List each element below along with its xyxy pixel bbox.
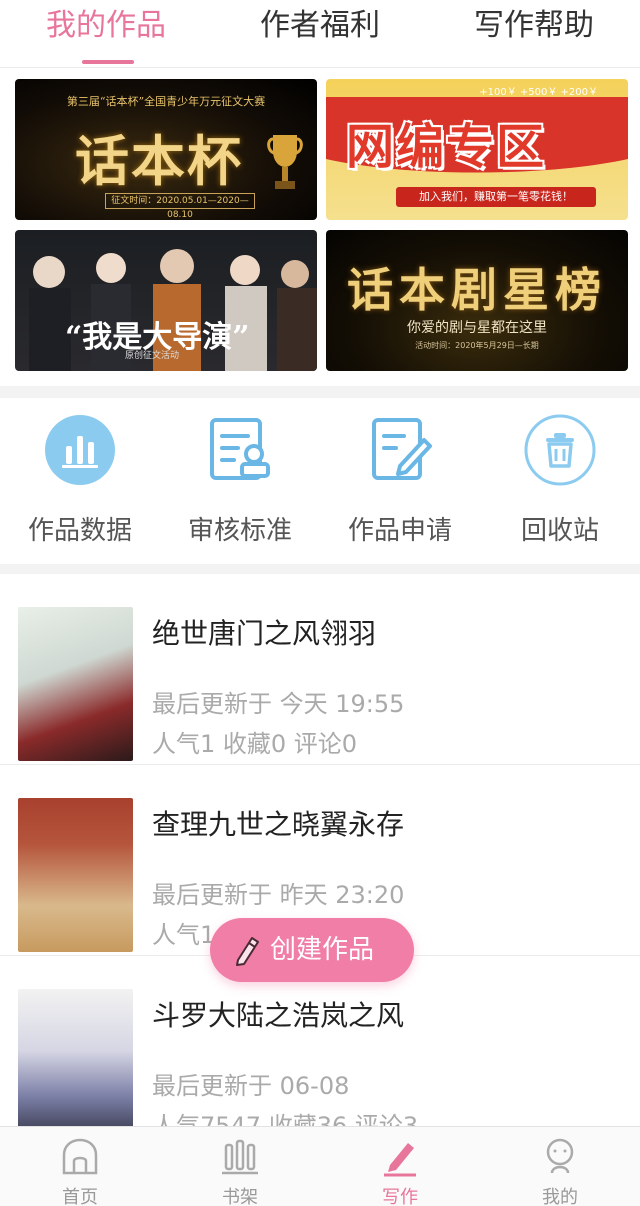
tool-works-data[interactable]: 作品数据 xyxy=(0,412,160,552)
banner-title: 网编专区 xyxy=(346,119,547,175)
tool-works-application[interactable]: 作品申请 xyxy=(320,412,480,552)
bar-chart-icon xyxy=(45,415,115,485)
nav-label: 首页 xyxy=(62,1187,98,1206)
tool-label: 作品数据 xyxy=(27,516,132,546)
tab-my-works[interactable]: 我的作品 xyxy=(38,4,174,48)
pencil-icon xyxy=(236,937,259,966)
tool-label: 回收站 xyxy=(520,516,599,546)
nav-label: 写作 xyxy=(382,1187,418,1206)
work-title: 查理九世之晓翼永存 xyxy=(152,808,405,841)
pen-icon xyxy=(384,1143,416,1177)
banner-date: 征文时间：2020.05.01—2020—08.10 xyxy=(105,193,255,220)
banner-title: 话本杯 xyxy=(75,129,243,193)
nav-label: 我的 xyxy=(542,1187,578,1206)
banner-subtitle: 第三届“话本杯”全国青少年万元征文大赛 xyxy=(66,95,266,108)
top-tab-bar: 我的作品 作者福利 写作帮助 xyxy=(0,0,640,68)
tool-recycle-bin[interactable]: 回收站 xyxy=(480,412,640,552)
banner-editor-zone[interactable]: +100￥ +500￥ +200￥ 网编专区 加入我们，赚取第一笔零花钱！ xyxy=(326,79,628,220)
work-stats: 人气7547 收藏36 评论3 xyxy=(152,1112,419,1126)
section-divider xyxy=(0,386,640,398)
trophy-icon xyxy=(267,135,303,189)
banner-strip: 加入我们，赚取第一笔零花钱！ xyxy=(396,187,596,207)
create-work-label: 创建作品 xyxy=(270,935,375,965)
work-cover xyxy=(18,989,133,1126)
work-updated: 最后更新于 昨天 23:20 xyxy=(152,881,405,909)
banner-huaben-cup[interactable]: 第三届“话本杯”全国青少年万元征文大赛 话本杯 征文时间：2020.05.01—… xyxy=(15,79,317,220)
nav-bookshelf[interactable]: 书架 xyxy=(160,1135,320,1206)
work-cover xyxy=(18,607,133,761)
home-icon xyxy=(62,1138,98,1175)
banner-grid: 第三届“话本杯”全国青少年万元征文大赛 话本杯 征文时间：2020.05.01—… xyxy=(0,68,640,388)
banner-subtitle: 你爱的剧与星都在这里 xyxy=(407,320,547,336)
work-item[interactable]: 绝世唐门之风翎羽 最后更新于 今天 19:55 人气1 收藏0 评论0 xyxy=(0,574,640,765)
nav-write[interactable]: 写作 xyxy=(320,1135,480,1206)
work-stats: 人气1 收藏0 评论0 xyxy=(152,730,358,758)
active-tab-indicator xyxy=(82,60,134,64)
tool-label: 作品申请 xyxy=(347,516,452,546)
banner-director[interactable]: “我是大导演” 原创征文活动 xyxy=(15,230,317,371)
work-updated: 最后更新于 今天 19:55 xyxy=(152,690,405,718)
work-title: 绝世唐门之风翎羽 xyxy=(152,617,377,650)
nav-label: 书架 xyxy=(222,1187,258,1206)
work-updated: 最后更新于 06-08 xyxy=(152,1072,350,1100)
bookshelf-icon xyxy=(222,1139,258,1175)
tab-writing-help[interactable]: 写作帮助 xyxy=(466,4,602,48)
edit-document-icon xyxy=(372,418,432,480)
bottom-nav: 首页 书架 写作 我的 xyxy=(0,1126,640,1206)
tool-label: 审核标准 xyxy=(187,516,292,546)
banner-title: 话本剧星榜 xyxy=(347,263,607,317)
trash-icon xyxy=(524,414,596,486)
tool-review-standards[interactable]: 审核标准 xyxy=(160,412,320,552)
banner-subtitle: 原创征文活动 xyxy=(125,351,180,361)
banner-drama-star-list[interactable]: 话本剧星榜 你爱的剧与星都在这里 活动时间：2020年5月29日—长期 xyxy=(326,230,628,371)
nav-home[interactable]: 首页 xyxy=(0,1135,160,1206)
section-divider xyxy=(0,564,640,574)
tool-shortcuts: 作品数据 审核标准 作品申请 回收站 xyxy=(0,398,640,564)
work-title: 斗罗大陆之浩岚之风 xyxy=(152,999,405,1032)
banner-coins: +100￥ +500￥ +200￥ xyxy=(479,87,598,98)
tab-author-benefits[interactable]: 作者福利 xyxy=(252,4,388,48)
banner-date: 活动时间：2020年5月29日—长期 xyxy=(415,341,539,350)
work-cover xyxy=(18,798,133,952)
nav-profile[interactable]: 我的 xyxy=(480,1135,640,1206)
create-work-button[interactable]: 创建作品 xyxy=(210,918,414,982)
works-list: 绝世唐门之风翎羽 最后更新于 今天 19:55 人气1 收藏0 评论0 查理九世… xyxy=(0,574,640,1126)
profile-icon xyxy=(546,1138,574,1174)
review-icon xyxy=(210,418,270,480)
